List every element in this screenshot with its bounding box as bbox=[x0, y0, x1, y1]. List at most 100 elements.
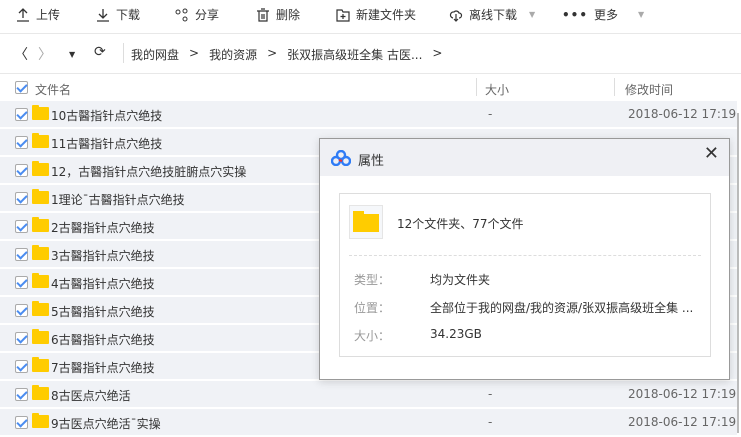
row-checkbox[interactable] bbox=[15, 416, 28, 429]
refresh-icon[interactable]: ⟳ bbox=[94, 44, 106, 60]
upload-button[interactable]: 上传 bbox=[16, 6, 60, 23]
file-name[interactable]: 9古医点穴绝活¯实操 bbox=[51, 415, 161, 432]
breadcrumb-item[interactable]: 我的资源 bbox=[209, 46, 257, 63]
more-button[interactable]: ••• 更多 ▼ bbox=[562, 6, 644, 23]
file-date: 2018-06-12 17:19 bbox=[628, 107, 737, 121]
offline-download-button[interactable]: 离线下载 ▼ bbox=[449, 6, 535, 23]
cloud-download-icon bbox=[449, 9, 463, 22]
chevron-right-icon[interactable]: > bbox=[432, 46, 442, 63]
select-all-checkbox[interactable] bbox=[15, 81, 28, 94]
new-folder-icon bbox=[336, 8, 350, 22]
row-checkbox[interactable] bbox=[15, 360, 28, 373]
table-header: 文件名 大小 修改时间 bbox=[0, 76, 741, 100]
folder-icon bbox=[349, 205, 383, 239]
location-value: 全部位于我的网盘/我的资源/张双振高级班全集 ... bbox=[430, 301, 694, 315]
folder-icon bbox=[32, 273, 49, 288]
folder-icon bbox=[32, 413, 49, 428]
breadcrumb-item[interactable]: 张双振高级班全集 古医... bbox=[287, 46, 422, 63]
caret-down-icon[interactable]: ▼ bbox=[638, 10, 644, 19]
offline-label: 离线下载 bbox=[469, 8, 518, 22]
location-label: 位置： bbox=[354, 301, 391, 315]
file-name[interactable]: 2古醫指针点穴绝技 bbox=[51, 219, 155, 236]
selection-summary: 12个文件夹、77个文件 bbox=[397, 217, 524, 231]
breadcrumb-item[interactable]: 我的网盘 bbox=[131, 46, 179, 63]
ellipsis-icon: ••• bbox=[562, 7, 589, 22]
file-name[interactable]: 4古醫指针点穴绝技 bbox=[51, 275, 155, 292]
chevron-right-icon: > bbox=[267, 46, 278, 60]
file-size: - bbox=[488, 107, 493, 121]
delete-button[interactable]: 删除 bbox=[256, 6, 300, 23]
file-name[interactable]: 8古医点穴绝活 bbox=[51, 387, 131, 404]
share-label: 分享 bbox=[195, 8, 220, 22]
row-checkbox[interactable] bbox=[15, 332, 28, 345]
forward-icon[interactable]: 〉 bbox=[38, 44, 52, 64]
file-name[interactable]: 1理论¯古醫指针点穴绝技 bbox=[51, 191, 185, 208]
type-value: 均为文件夹 bbox=[430, 273, 491, 287]
folder-icon bbox=[32, 217, 49, 232]
file-name[interactable]: 6古醫指针点穴绝技 bbox=[51, 331, 155, 348]
row-checkbox[interactable] bbox=[15, 304, 28, 317]
size-value: 34.23GB bbox=[430, 327, 482, 341]
download-icon bbox=[97, 8, 109, 22]
upload-label: 上传 bbox=[36, 8, 61, 22]
row-checkbox[interactable] bbox=[15, 248, 28, 261]
row-checkbox[interactable] bbox=[15, 108, 28, 121]
folder-icon bbox=[32, 245, 49, 260]
file-name[interactable]: 10古醫指针点穴绝技 bbox=[51, 107, 162, 124]
dialog-header: 属性 ✕ bbox=[320, 139, 729, 176]
table-row[interactable]: 10古醫指针点穴绝技 - 2018-06-12 17:19 bbox=[0, 101, 737, 127]
more-label: 更多 bbox=[594, 8, 619, 22]
properties-dialog: 属性 ✕ 12个文件夹、77个文件 类型： 均为文件夹 位置： 全部位于我的网盘/我… bbox=[319, 138, 730, 380]
table-row[interactable]: 9古医点穴绝活¯实操 - 2018-06-12 17:19 bbox=[0, 409, 737, 435]
dialog-title: 属性 bbox=[358, 154, 385, 169]
file-name[interactable]: 7古醫指针点穴绝技 bbox=[51, 359, 155, 376]
scrollbar[interactable] bbox=[737, 113, 739, 433]
close-icon[interactable]: ✕ bbox=[704, 143, 719, 164]
row-checkbox[interactable] bbox=[15, 192, 28, 205]
properties-panel: 12个文件夹、77个文件 类型： 均为文件夹 位置： 全部位于我的网盘/我的资源/张… bbox=[339, 193, 711, 357]
new-folder-button[interactable]: 新建文件夹 bbox=[336, 6, 416, 23]
download-button[interactable]: 下载 bbox=[96, 6, 140, 23]
file-name[interactable]: 12，古醫指针点穴绝技脏腑点穴实操 bbox=[51, 163, 246, 180]
column-divider[interactable] bbox=[614, 78, 615, 96]
file-name[interactable]: 5古醫指针点穴绝技 bbox=[51, 303, 155, 320]
row-checkbox[interactable] bbox=[15, 276, 28, 289]
folder-icon bbox=[32, 385, 49, 400]
folder-icon bbox=[32, 189, 49, 204]
divider bbox=[0, 73, 741, 74]
file-name[interactable]: 11古醫指针点穴绝技 bbox=[51, 135, 162, 152]
divider bbox=[0, 33, 741, 34]
trash-icon bbox=[257, 7, 269, 22]
share-button[interactable]: 分享 bbox=[175, 6, 219, 23]
share-icon bbox=[175, 8, 188, 21]
folder-icon bbox=[32, 105, 49, 120]
column-modified[interactable]: 修改时间 bbox=[625, 81, 673, 98]
navigation-bar: 〈 〉 ▼ ⟳ 我的网盘 > 我的资源 > 张双振高级班全集 古医... > bbox=[0, 40, 741, 66]
row-checkbox[interactable] bbox=[15, 164, 28, 177]
back-icon[interactable]: 〈 bbox=[14, 44, 28, 64]
caret-down-icon[interactable]: ▼ bbox=[529, 10, 535, 19]
row-checkbox[interactable] bbox=[15, 220, 28, 233]
chevron-right-icon: > bbox=[189, 46, 200, 60]
divider bbox=[123, 43, 124, 63]
file-size: - bbox=[488, 415, 493, 429]
new-folder-label: 新建文件夹 bbox=[356, 8, 417, 22]
row-checkbox[interactable] bbox=[15, 388, 28, 401]
column-divider[interactable] bbox=[476, 78, 477, 96]
file-name[interactable]: 3古醫指针点穴绝技 bbox=[51, 247, 155, 264]
history-dropdown-icon[interactable]: ▼ bbox=[69, 50, 75, 59]
delete-label: 删除 bbox=[276, 8, 301, 22]
toolbar: 上传 下载 分享 删除 新建文件夹 离线下载 ▼ ••• 更多 ▼ bbox=[0, 0, 741, 30]
folder-icon bbox=[32, 357, 49, 372]
upload-icon bbox=[17, 7, 29, 22]
folder-icon bbox=[32, 329, 49, 344]
download-label: 下载 bbox=[116, 8, 141, 22]
table-row[interactable]: 8古医点穴绝活 - 2018-06-12 17:19 bbox=[0, 381, 737, 407]
row-checkbox[interactable] bbox=[15, 136, 28, 149]
folder-icon bbox=[32, 133, 49, 148]
column-name[interactable]: 文件名 bbox=[35, 81, 71, 98]
column-size[interactable]: 大小 bbox=[485, 81, 509, 98]
breadcrumb: 我的网盘 > 我的资源 > 张双振高级班全集 古医... > bbox=[131, 46, 442, 63]
file-date: 2018-06-12 17:19 bbox=[628, 387, 737, 401]
size-label: 大小： bbox=[354, 329, 391, 343]
